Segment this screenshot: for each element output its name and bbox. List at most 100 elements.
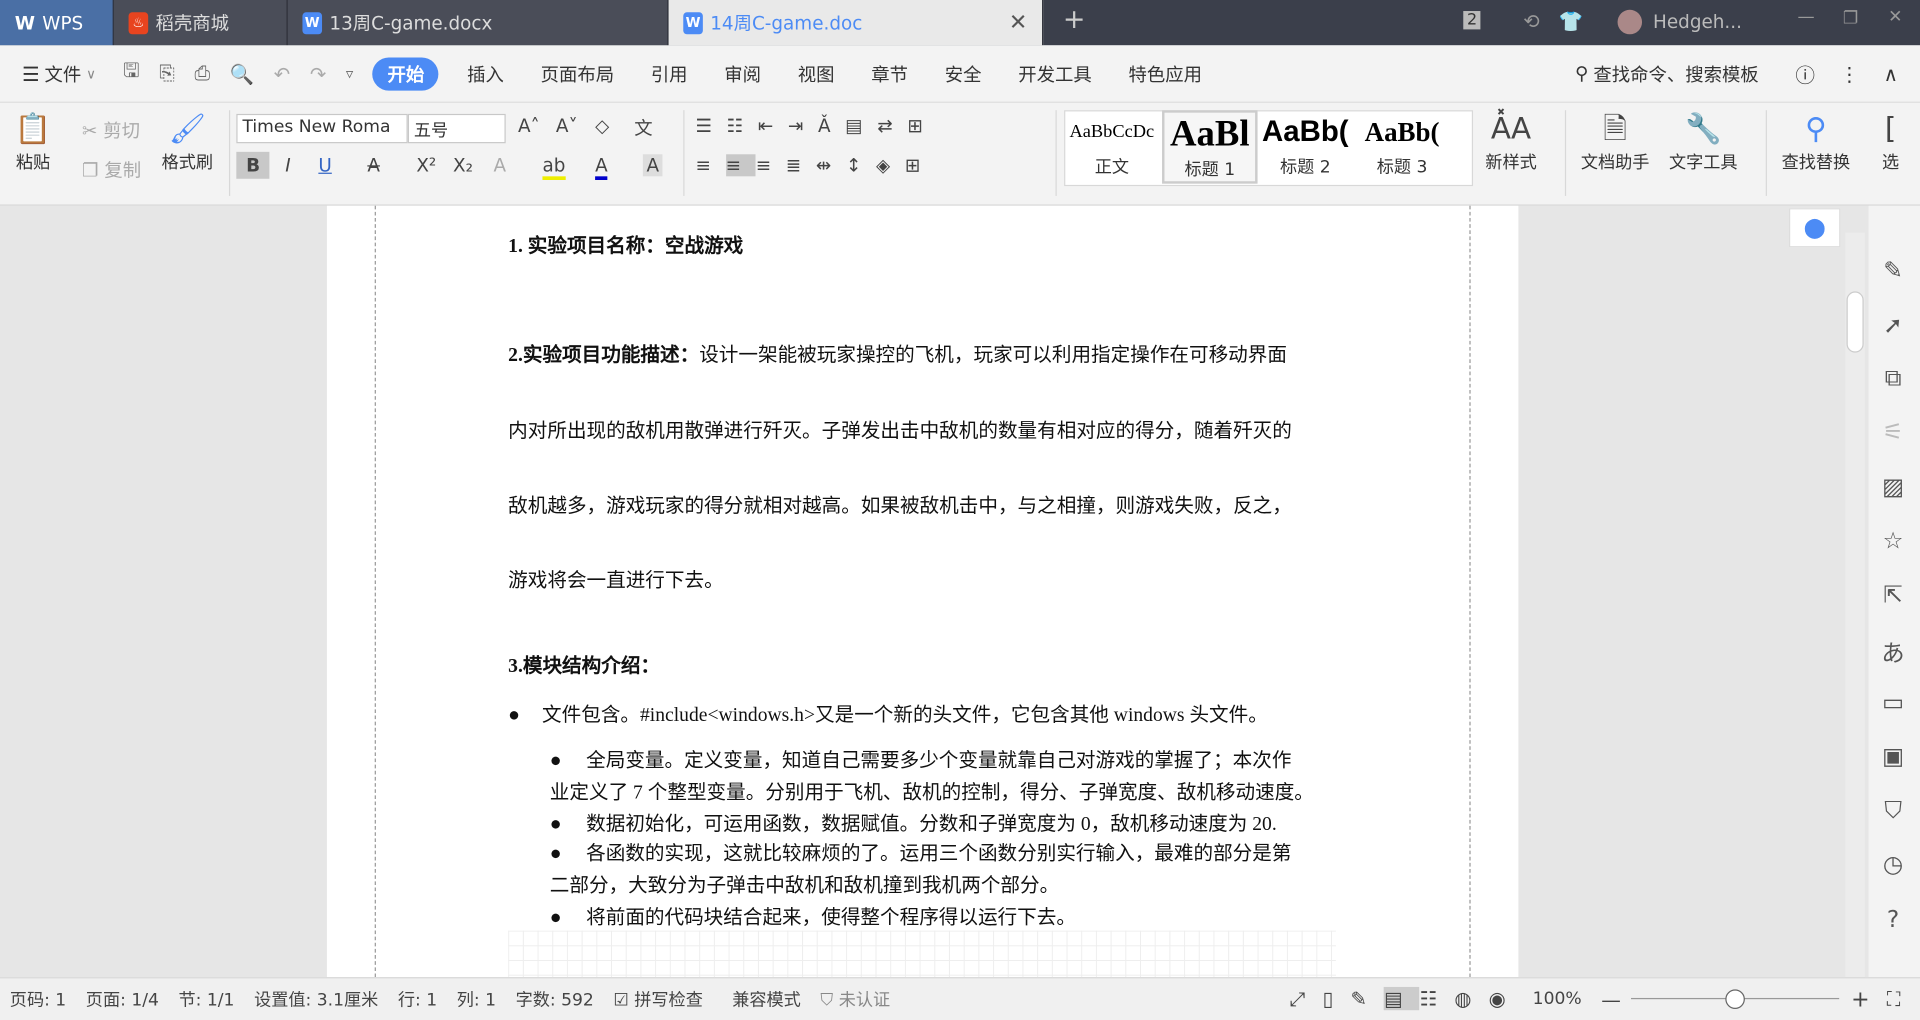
paragraph-tools-row1[interactable]: ☰☷⇤⇥Ǎ▤⇄⊞ bbox=[696, 115, 938, 137]
paragraph-tools-row2[interactable]: ≡≡≡≣⇹↕◈⊞ bbox=[696, 154, 935, 177]
tab-developer[interactable]: 开发工具 bbox=[1000, 61, 1110, 87]
translate-icon[interactable]: あ bbox=[1878, 636, 1907, 669]
minimize-icon[interactable]: — bbox=[1798, 7, 1815, 27]
tab-14-game-doc[interactable]: W 14周C-game.doc ✕ bbox=[668, 0, 1044, 46]
user-name[interactable]: Hedgeh... bbox=[1653, 11, 1742, 33]
tab-security[interactable]: 安全 bbox=[926, 61, 999, 87]
view-mode-icons[interactable]: ⤢▯✎▤☷◍◉ bbox=[1290, 986, 1523, 1011]
shapes-icon[interactable]: ⧉ bbox=[1878, 365, 1907, 392]
zoom-slider-thumb[interactable] bbox=[1724, 989, 1745, 1009]
history-icon[interactable]: ◷ bbox=[1878, 851, 1907, 878]
spell-check-button[interactable]: ☑ 拼写检查 bbox=[604, 987, 713, 1011]
shield-icon[interactable]: ⛉ bbox=[1878, 797, 1907, 824]
hamburger-icon[interactable]: ☰ bbox=[0, 62, 40, 85]
font-color-button[interactable]: A bbox=[595, 154, 608, 181]
zoom-slider[interactable] bbox=[1630, 989, 1839, 1009]
word-count[interactable]: 字数: 592 bbox=[506, 987, 604, 1011]
file-menu[interactable]: 文件 bbox=[40, 61, 87, 87]
share-icon[interactable]: ⇱ bbox=[1878, 582, 1907, 609]
tab-wps[interactable]: W WPS bbox=[0, 0, 114, 46]
skin-icon[interactable]: 👕 bbox=[1559, 10, 1583, 33]
strikethrough-button[interactable]: A bbox=[367, 154, 380, 176]
tab-special[interactable]: 特色应用 bbox=[1110, 61, 1220, 87]
scrollbar-thumb[interactable] bbox=[1846, 291, 1864, 353]
style-heading-3[interactable]: AaBb(标题 3 bbox=[1354, 110, 1450, 183]
setting-value[interactable]: 设置值: 3.1厘米 bbox=[244, 987, 388, 1011]
fullscreen-icon[interactable]: ⛶ bbox=[1882, 987, 1920, 1011]
location-pin-icon[interactable]: ⬤ bbox=[1788, 208, 1841, 248]
tab-insert[interactable]: 插入 bbox=[449, 61, 522, 87]
new-style-button[interactable]: A̽A 新样式 bbox=[1485, 108, 1536, 174]
highlight-button[interactable]: ab bbox=[542, 154, 566, 181]
italic-button[interactable]: I bbox=[285, 154, 290, 176]
pinyin-icon[interactable]: 文 bbox=[634, 115, 652, 141]
doc-assistant-button[interactable]: 🗎 文档助手 bbox=[1581, 108, 1650, 174]
paste-button[interactable]: 📋 粘贴 bbox=[15, 108, 52, 174]
vertical-scrollbar[interactable] bbox=[1845, 232, 1865, 978]
chevron-down-icon[interactable]: ∨ bbox=[86, 66, 96, 82]
grow-font-icon[interactable]: A˄ bbox=[518, 115, 540, 137]
char-shading-button[interactable]: A bbox=[642, 154, 663, 177]
style-heading-1[interactable]: AaBl 标题 1 bbox=[1162, 110, 1258, 184]
clear-format-icon[interactable]: ◇ bbox=[595, 115, 609, 137]
window-count-badge[interactable]: 2 bbox=[1463, 11, 1481, 30]
tab-view[interactable]: 视图 bbox=[779, 61, 852, 87]
close-window-icon[interactable]: ✕ bbox=[1888, 7, 1902, 27]
undo-icon[interactable]: ↶ bbox=[264, 62, 300, 85]
subscript-button[interactable]: X₂ bbox=[453, 154, 473, 176]
style-heading-2[interactable]: AaBb(标题 2 bbox=[1258, 110, 1354, 183]
select-button[interactable]: [选 bbox=[1882, 108, 1899, 174]
copy-button[interactable]: ❐ 复制 bbox=[82, 157, 141, 183]
restore-icon[interactable]: ❐ bbox=[1843, 9, 1858, 29]
more-icon[interactable]: ⋮ bbox=[1827, 62, 1871, 85]
zoom-level[interactable]: 100% bbox=[1523, 989, 1592, 1009]
cut-button[interactable]: ✂ 剪切 bbox=[82, 118, 140, 144]
help-icon[interactable]: ? bbox=[1878, 906, 1907, 933]
avatar[interactable] bbox=[1617, 9, 1643, 35]
image-frame-icon[interactable]: ▨ bbox=[1878, 474, 1907, 501]
search-icon[interactable]: ⚲ bbox=[1575, 62, 1588, 84]
shrink-font-icon[interactable]: A˅ bbox=[556, 115, 578, 137]
adjust-icon[interactable]: ⚟ bbox=[1878, 419, 1907, 446]
save-icon[interactable]: 🖫 bbox=[113, 57, 149, 90]
font-size-select[interactable]: 五号 bbox=[407, 113, 506, 144]
section[interactable]: 节: 1/1 bbox=[169, 987, 245, 1011]
help-icon[interactable]: ⓘ bbox=[1783, 59, 1827, 88]
cert-status[interactable]: ⛉ 未认证 bbox=[811, 987, 900, 1011]
pen-icon[interactable]: ✎ bbox=[1878, 257, 1907, 284]
page-count[interactable]: 页面: 1/4 bbox=[76, 987, 169, 1011]
text-effect-button[interactable]: A bbox=[493, 154, 506, 176]
tab-references[interactable]: 引用 bbox=[632, 61, 705, 87]
collapse-ribbon-icon[interactable]: ∧ bbox=[1871, 62, 1920, 85]
tab-page-layout[interactable]: 页面布局 bbox=[522, 61, 632, 87]
sync-icon[interactable]: ⟲ bbox=[1523, 10, 1539, 33]
redo-icon[interactable]: ↷ bbox=[300, 62, 336, 85]
archive-icon[interactable]: ▭ bbox=[1878, 689, 1907, 716]
zoom-in-icon[interactable]: + bbox=[1839, 986, 1882, 1012]
tab-chapter[interactable]: 章节 bbox=[853, 61, 926, 87]
close-tab-icon[interactable]: ✕ bbox=[1009, 10, 1027, 36]
export-pdf-icon[interactable]: ⎘ bbox=[149, 61, 184, 85]
page-number[interactable]: 页码: 1 bbox=[0, 987, 76, 1011]
print-icon[interactable]: ⎙ bbox=[185, 61, 220, 85]
cursor-icon[interactable]: ➚ bbox=[1878, 312, 1907, 339]
image-icon[interactable]: ▣ bbox=[1878, 743, 1907, 770]
customize-icon[interactable]: ▿ bbox=[336, 65, 363, 82]
text-tools-button[interactable]: 🔧 文字工具 bbox=[1669, 108, 1738, 174]
superscript-button[interactable]: X² bbox=[416, 154, 436, 176]
tab-home[interactable]: 开始 bbox=[372, 56, 439, 91]
format-painter-button[interactable]: 🖌 格式刷 bbox=[162, 108, 213, 174]
style-normal[interactable]: AaBbCcDc 正文 bbox=[1064, 110, 1160, 183]
font-family-select[interactable]: Times New Roma bbox=[236, 113, 408, 144]
print-preview-icon[interactable]: 🔍 bbox=[220, 62, 264, 85]
new-tab-plus-icon[interactable]: + bbox=[1063, 5, 1086, 36]
tab-13-game-docx[interactable]: W 13周C-game.docx bbox=[287, 0, 669, 46]
tab-docer-store[interactable]: ♨ 稻壳商城 bbox=[113, 0, 288, 46]
zoom-out-icon[interactable]: — bbox=[1591, 988, 1630, 1011]
underline-button[interactable]: U bbox=[318, 154, 331, 176]
bold-button[interactable]: B bbox=[236, 151, 270, 179]
command-search[interactable]: 查找命令、搜索模板 bbox=[1588, 61, 1783, 87]
star-icon[interactable]: ☆ bbox=[1878, 528, 1907, 555]
tab-review[interactable]: 审阅 bbox=[706, 61, 779, 87]
find-replace-button[interactable]: ⚲ 查找替换 bbox=[1782, 108, 1851, 174]
